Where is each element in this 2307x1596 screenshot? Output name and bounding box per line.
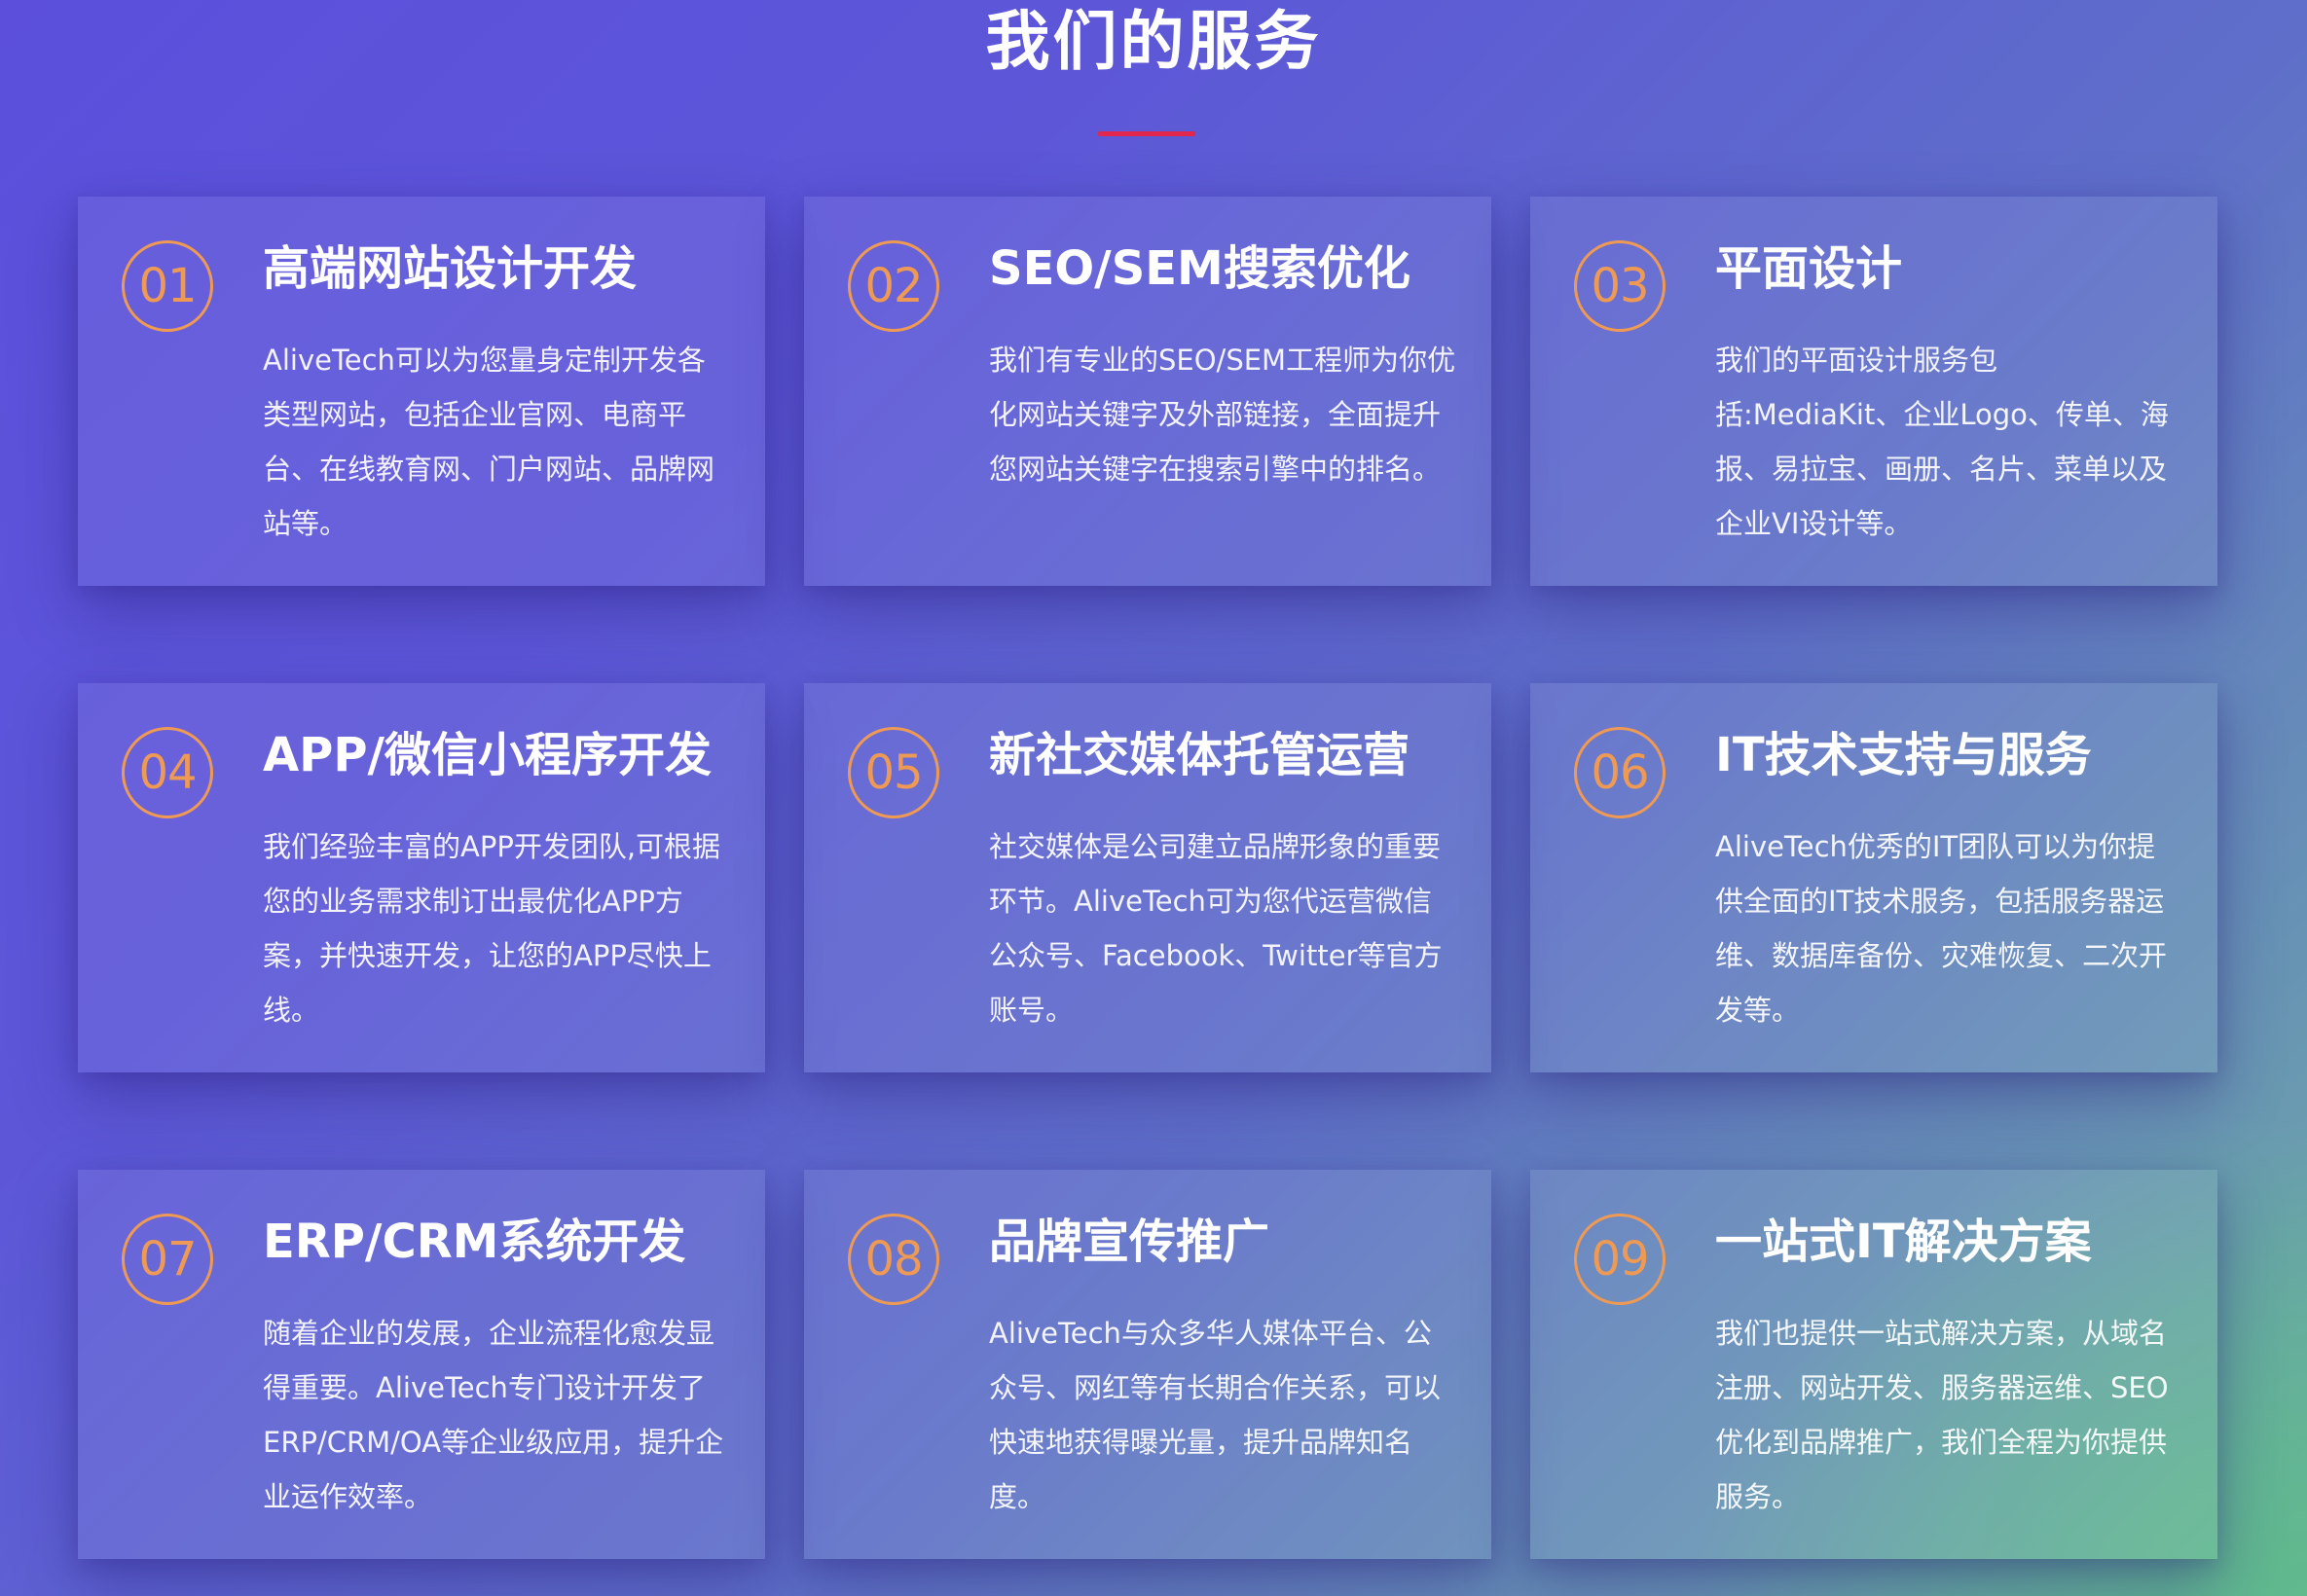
service-card-9[interactable]: 09 一站式IT解决方案 我们也提供一站式解决方案，从域名注册、网站开发、服务器… — [1530, 1170, 2217, 1559]
service-card-8[interactable]: 08 品牌宣传推广 AliveTech与众多华人媒体平台、公众号、网红等有长期合… — [804, 1170, 1491, 1559]
service-description: AliveTech与众多华人媒体平台、公众号、网红等有长期合作关系，可以快速地获… — [989, 1317, 1442, 1513]
service-description: 我们有专业的SEO/SEM工程师为你优化网站关键字及外部链接，全面提升您网站关键… — [989, 344, 1456, 486]
service-title: 品牌宣传推广 — [989, 1215, 1270, 1269]
section-title: 我们的服务 — [985, 4, 1322, 79]
service-description: 随着企业的发展，企业流程化愈发显得重要。AliveTech专门设计开发了ERP/… — [263, 1317, 724, 1513]
service-title: IT技术支持与服务 — [1715, 728, 2092, 782]
service-description: AliveTech可以为您量身定制开发各类型网站，包括企业官网、电商平台、在线教… — [263, 344, 715, 540]
service-number-badge: 03 — [1574, 240, 1666, 332]
service-title: SEO/SEM搜索优化 — [989, 241, 1410, 296]
service-card-6[interactable]: 06 IT技术支持与服务 AliveTech优秀的IT团队可以为你提供全面的IT… — [1530, 683, 2217, 1072]
service-title: 一站式IT解决方案 — [1715, 1215, 2092, 1269]
service-number-badge: 04 — [122, 727, 213, 818]
service-card-3[interactable]: 03 平面设计 我们的平面设计服务包括:MediaKit、企业Logo、传单、海… — [1530, 197, 2217, 586]
service-number-badge: 05 — [848, 727, 939, 818]
service-card-5[interactable]: 05 新社交媒体托管运营 社交媒体是公司建立品牌形象的重要环节。AliveTec… — [804, 683, 1491, 1072]
service-card-2[interactable]: 02 SEO/SEM搜索优化 我们有专业的SEO/SEM工程师为你优化网站关键字… — [804, 197, 1491, 586]
service-description: 社交媒体是公司建立品牌形象的重要环节。AliveTech可为您代运营微信公众号、… — [989, 830, 1443, 1027]
service-description: 我们经验丰富的APP开发团队,可根据您的业务需求制订出最优化APP方案，并快速开… — [263, 830, 721, 1027]
service-description: 我们也提供一站式解决方案，从域名注册、网站开发、服务器运维、SEO优化到品牌推广… — [1715, 1317, 2169, 1513]
title-underline — [1098, 131, 1195, 136]
services-grid: 01 高端网站设计开发 AliveTech可以为您量身定制开发各类型网站，包括企… — [78, 197, 2219, 1559]
service-number-badge: 06 — [1574, 727, 1666, 818]
service-title: 高端网站设计开发 — [263, 241, 638, 296]
service-card-7[interactable]: 07 ERP/CRM系统开发 随着企业的发展，企业流程化愈发显得重要。Alive… — [78, 1170, 765, 1559]
service-number-badge: 07 — [122, 1214, 213, 1305]
service-title: APP/微信小程序开发 — [263, 728, 713, 782]
service-title: 平面设计 — [1715, 241, 1903, 296]
service-description: AliveTech优秀的IT团队可以为你提供全面的IT技术服务，包括服务器运维、… — [1715, 830, 2168, 1027]
service-title: ERP/CRM系统开发 — [263, 1215, 686, 1269]
service-description: 我们的平面设计服务包括:MediaKit、企业Logo、传单、海报、易拉宝、画册… — [1715, 344, 2169, 540]
services-section: 我们的服务 01 高端网站设计开发 AliveTech可以为您量身定制开发各类型… — [0, 0, 2307, 1596]
service-number-badge: 08 — [848, 1214, 939, 1305]
service-number-badge: 01 — [122, 240, 213, 332]
service-title: 新社交媒体托管运营 — [989, 728, 1410, 782]
service-card-4[interactable]: 04 APP/微信小程序开发 我们经验丰富的APP开发团队,可根据您的业务需求制… — [78, 683, 765, 1072]
service-number-badge: 09 — [1574, 1214, 1666, 1305]
service-card-1[interactable]: 01 高端网站设计开发 AliveTech可以为您量身定制开发各类型网站，包括企… — [78, 197, 765, 586]
service-number-badge: 02 — [848, 240, 939, 332]
